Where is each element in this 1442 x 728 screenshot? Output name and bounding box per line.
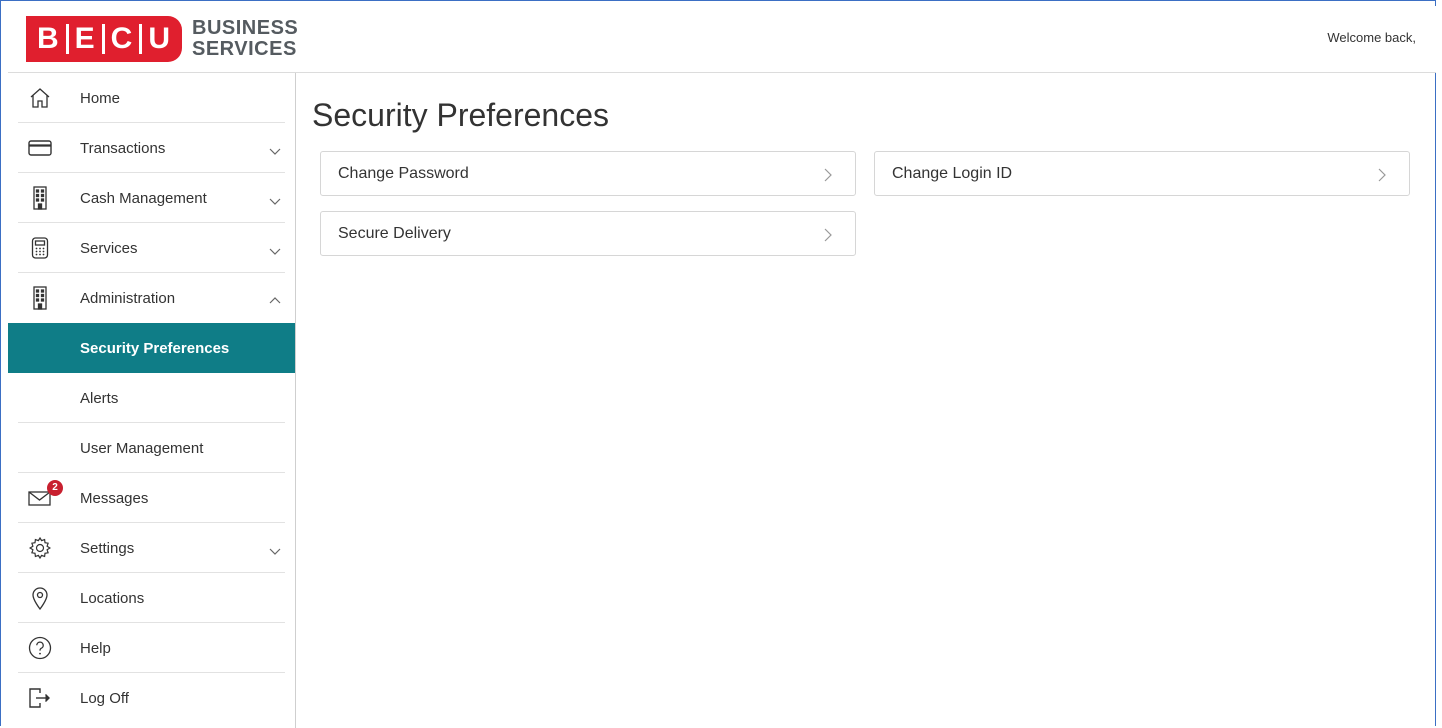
card-label: Secure Delivery bbox=[338, 224, 451, 242]
main-content: Security Preferences Change Password Cha… bbox=[296, 73, 1436, 728]
sidebar-item-label: Messages bbox=[80, 489, 149, 507]
chevron-down-icon[interactable] bbox=[269, 142, 281, 155]
help-icon bbox=[28, 636, 52, 660]
change-login-id-card[interactable]: Change Login ID bbox=[874, 151, 1410, 196]
sidebar-item-services[interactable]: Services bbox=[8, 223, 295, 273]
sidebar-item-locations[interactable]: Locations bbox=[8, 573, 295, 623]
chevron-down-icon[interactable] bbox=[269, 542, 281, 555]
becu-logo[interactable]: BECU BUSINESS SERVICES bbox=[26, 16, 298, 62]
building-icon bbox=[28, 286, 52, 310]
card-label: Change Password bbox=[338, 164, 469, 182]
sidebar-item-label: User Management bbox=[80, 439, 204, 457]
change-password-card[interactable]: Change Password bbox=[320, 151, 856, 196]
top-bar: BECU BUSINESS SERVICES Welcome back, bbox=[8, 6, 1436, 73]
sidebar-item-cash-management[interactable]: Cash Management bbox=[8, 173, 295, 223]
sidebar-item-help[interactable]: Help bbox=[8, 623, 295, 673]
logoff-icon bbox=[28, 686, 52, 710]
sidebar-item-label: Transactions bbox=[80, 139, 166, 157]
gear-icon bbox=[28, 536, 52, 560]
sidebar-item-label: Services bbox=[80, 239, 138, 257]
becu-logo-mark: BECU bbox=[26, 16, 182, 62]
chevron-down-icon[interactable] bbox=[269, 192, 281, 205]
welcome-message: Welcome back, bbox=[1327, 30, 1416, 45]
location-pin-icon bbox=[28, 586, 52, 610]
sidebar-item-label: Locations bbox=[80, 589, 145, 607]
card-label: Change Login ID bbox=[892, 164, 1013, 182]
sidebar-nav: Home Transactions Cash Management Servic… bbox=[8, 73, 296, 728]
sidebar-item-transactions[interactable]: Transactions bbox=[8, 123, 295, 173]
logo-line-2: SERVICES bbox=[192, 38, 297, 60]
calculator-icon bbox=[28, 236, 52, 260]
sidebar-item-administration[interactable]: Administration bbox=[8, 273, 295, 323]
logo-text: BUSINESS SERVICES bbox=[192, 18, 298, 60]
chevron-up-icon[interactable] bbox=[269, 292, 281, 304]
secure-delivery-card[interactable]: Secure Delivery bbox=[320, 211, 856, 256]
sidebar-item-security-preferences[interactable]: Security Preferences bbox=[8, 323, 295, 373]
sidebar-item-label: Security Preferences bbox=[80, 339, 230, 357]
home-icon bbox=[28, 86, 52, 110]
sidebar-item-label: Home bbox=[80, 89, 121, 107]
sidebar-item-messages[interactable]: 2 Messages bbox=[8, 473, 295, 523]
chevron-down-icon[interactable] bbox=[269, 242, 281, 255]
chevron-right-icon bbox=[823, 227, 833, 241]
sidebar-item-label: Help bbox=[80, 639, 111, 657]
logo-line-1: BUSINESS bbox=[192, 17, 299, 39]
card-icon bbox=[28, 136, 52, 160]
sidebar-item-alerts[interactable]: Alerts bbox=[8, 373, 295, 423]
sidebar-item-label: Cash Management bbox=[80, 189, 207, 207]
right-margin bbox=[1436, 0, 1442, 728]
sidebar-item-log-off[interactable]: Log Off bbox=[8, 673, 295, 723]
sidebar-item-label: Administration bbox=[80, 289, 176, 307]
chevron-right-icon bbox=[823, 167, 833, 181]
sidebar-item-label: Alerts bbox=[80, 389, 119, 407]
building-icon bbox=[28, 186, 52, 210]
unread-count-badge: 2 bbox=[47, 480, 63, 496]
page-title: Security Preferences bbox=[312, 97, 610, 133]
sidebar-item-home[interactable]: Home bbox=[8, 73, 295, 123]
sidebar-item-label: Log Off bbox=[80, 689, 129, 707]
sidebar-item-label: Settings bbox=[80, 539, 135, 557]
sidebar-item-user-management[interactable]: User Management bbox=[8, 423, 295, 473]
sidebar-item-settings[interactable]: Settings bbox=[8, 523, 295, 573]
chevron-right-icon bbox=[1377, 167, 1387, 181]
